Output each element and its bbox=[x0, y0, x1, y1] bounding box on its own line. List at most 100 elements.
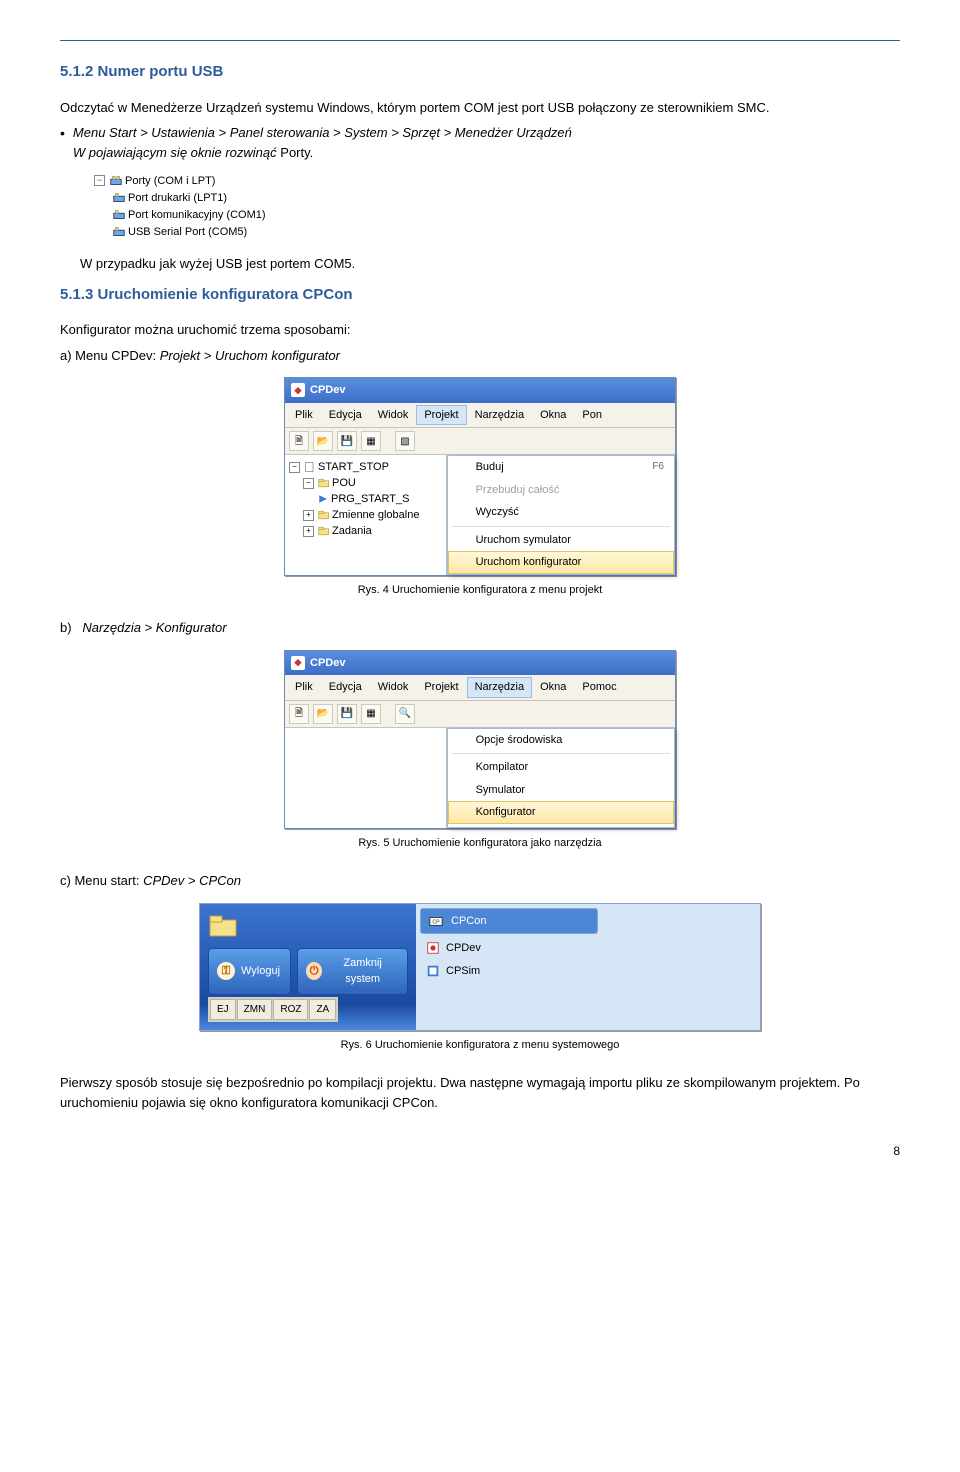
menu-item[interactable]: Plik bbox=[287, 405, 321, 426]
chip[interactable]: ROZ bbox=[273, 999, 308, 1020]
toolbar-button[interactable]: 🗎 bbox=[289, 704, 309, 724]
port-icon bbox=[112, 191, 126, 205]
cpcon-icon: CP bbox=[429, 914, 443, 928]
list-item-a: a) Menu CPDev: Projekt > Uruchom konfigu… bbox=[60, 346, 900, 366]
window-titlebar: ◆ CPDev bbox=[285, 378, 675, 403]
menu-item[interactable]: Plik bbox=[287, 677, 321, 698]
dropdown-menu: Opcje środowiska Kompilator Symulator Ko… bbox=[447, 728, 675, 828]
app-icon: ◆ bbox=[291, 383, 305, 397]
menu-entry-opcje[interactable]: Opcje środowiska bbox=[448, 729, 674, 752]
file-icon bbox=[304, 461, 316, 473]
menubar: Plik Edycja Widok Projekt Narzędzia Okna… bbox=[285, 403, 675, 429]
port-icon bbox=[112, 225, 126, 239]
tree-item-label[interactable]: POU bbox=[332, 475, 356, 491]
submenu-entry-cpsim[interactable]: CPSim bbox=[420, 960, 756, 983]
menu-item[interactable]: Okna bbox=[532, 405, 574, 426]
toolbar-button[interactable]: 💾 bbox=[337, 704, 357, 724]
menu-item[interactable]: Pomoc bbox=[574, 677, 624, 698]
start-menu-left: ⚿ Wyloguj ⏻ Zamknij system EJ ZMN ROZ ZA bbox=[200, 904, 416, 1030]
top-rule bbox=[60, 40, 900, 41]
menu-item[interactable]: Widok bbox=[370, 405, 417, 426]
toolbar-button[interactable]: 💾 bbox=[337, 431, 357, 451]
figure-start-menu: ⚿ Wyloguj ⏻ Zamknij system EJ ZMN ROZ ZA bbox=[60, 903, 900, 1031]
heading-5-1-3: 5.1.3 Uruchomienie konfiguratora CPCon bbox=[60, 284, 900, 307]
tree-item-label[interactable]: START_STOP bbox=[318, 459, 389, 475]
menu-entry-symulator[interactable]: Uruchom symulator bbox=[448, 529, 674, 552]
folder-icon bbox=[318, 525, 330, 537]
bullet-subtext: W pojawiającym się oknie rozwinąć Porty. bbox=[73, 145, 313, 160]
menu-entry-przebuduj: Przebuduj całość bbox=[448, 479, 674, 502]
menu-item[interactable]: Widok bbox=[370, 677, 417, 698]
window-titlebar: ◆ CPDev bbox=[285, 651, 675, 676]
bullet-item: • Menu Start > Ustawienia > Panel sterow… bbox=[60, 123, 900, 162]
project-tree bbox=[285, 728, 447, 828]
figure-cpdev-projekt: ◆ CPDev Plik Edycja Widok Projekt Narzęd… bbox=[60, 377, 900, 576]
cpdev-icon bbox=[426, 941, 440, 955]
cpsim-icon bbox=[426, 964, 440, 978]
menu-entry-symulator[interactable]: Symulator bbox=[448, 779, 674, 802]
window-title: CPDev bbox=[310, 655, 345, 672]
toolbar-button[interactable]: 🗎 bbox=[289, 431, 309, 451]
list-item-b: b) Narzędzia > Konfigurator bbox=[60, 618, 900, 638]
port-group-icon bbox=[109, 174, 123, 188]
toolbar-button[interactable]: ▦ bbox=[361, 704, 381, 724]
toolbar-button[interactable]: 📂 bbox=[313, 431, 333, 451]
start-menu-right: CP CPCon CPDev CPSim bbox=[416, 904, 760, 1030]
menu-item[interactable]: Edycja bbox=[321, 677, 370, 698]
bullet-text: Menu Start > Ustawienia > Panel sterowan… bbox=[73, 125, 572, 140]
bullet-dot: • bbox=[60, 123, 65, 162]
figure-cpdev-narzedzia: ◆ CPDev Plik Edycja Widok Projekt Narzęd… bbox=[60, 650, 900, 829]
tree-item-label[interactable]: PRG_START_S bbox=[331, 491, 409, 507]
menu-item[interactable]: Narzędzia bbox=[467, 405, 533, 426]
chip[interactable]: EJ bbox=[210, 999, 236, 1020]
folder-icon bbox=[318, 509, 330, 521]
menu-item[interactable]: Pon bbox=[574, 405, 610, 426]
folder-icon bbox=[208, 912, 240, 940]
chip[interactable]: ZA bbox=[309, 999, 336, 1020]
device-tree-screenshot: − Porty (COM i LPT) Port drukarki (LPT1)… bbox=[94, 172, 900, 240]
project-tree: − START_STOP − POU PRG_START_S + Zmienne… bbox=[285, 455, 447, 575]
list-item-c: c) Menu start: CPDev > CPCon bbox=[60, 871, 900, 891]
submenu-entry-cpcon[interactable]: CP CPCon bbox=[420, 908, 598, 935]
tree-collapse-icon: − bbox=[94, 175, 105, 186]
menu-item[interactable]: Edycja bbox=[321, 405, 370, 426]
toolbar-button[interactable]: 🔍 bbox=[395, 704, 415, 724]
menu-item-narzedzia[interactable]: Narzędzia bbox=[467, 677, 533, 698]
tree-item-label: USB Serial Port (COM5) bbox=[128, 223, 247, 241]
figure-caption: Rys. 4 Uruchomienie konfiguratora z menu… bbox=[60, 582, 900, 599]
paragraph: W przypadku jak wyżej USB jest portem CO… bbox=[80, 254, 900, 274]
toolbar-button[interactable]: ▧ bbox=[395, 431, 415, 451]
closing-paragraph: Pierwszy sposób stosuje się bezpośrednio… bbox=[60, 1073, 900, 1112]
menubar: Plik Edycja Widok Projekt Narzędzia Okna… bbox=[285, 675, 675, 701]
toolbar: 🗎 📂 💾 ▦ 🔍 bbox=[285, 701, 675, 728]
tree-item-label: Port komunikacyjny (COM1) bbox=[128, 206, 266, 224]
tree-item-label: Port drukarki (LPT1) bbox=[128, 189, 227, 207]
paragraph: Odczytać w Menedżerze Urządzeń systemu W… bbox=[60, 98, 900, 118]
toolbar-button[interactable]: 📂 bbox=[313, 704, 333, 724]
menu-entry-kompilator[interactable]: Kompilator bbox=[448, 756, 674, 779]
menu-entry-konfigurator[interactable]: Uruchom konfigurator bbox=[448, 551, 674, 574]
tree-item-label[interactable]: Zmienne globalne bbox=[332, 507, 419, 523]
menu-item[interactable]: Okna bbox=[532, 677, 574, 698]
paragraph: Konfigurator można uruchomić trzema spos… bbox=[60, 320, 900, 340]
toolbar-button[interactable]: ▦ bbox=[361, 431, 381, 451]
menu-item-projekt[interactable]: Projekt bbox=[416, 405, 466, 426]
menu-entry-wyczysc[interactable]: Wyczyść bbox=[448, 501, 674, 524]
logoff-button[interactable]: ⚿ Wyloguj bbox=[208, 948, 291, 995]
tree-item-label[interactable]: Zadania bbox=[332, 523, 372, 539]
toolbar: 🗎 📂 💾 ▦ ▧ bbox=[285, 428, 675, 455]
tree-root-label: Porty (COM i LPT) bbox=[125, 172, 215, 190]
figure-caption: Rys. 5 Uruchomienie konfiguratora jako n… bbox=[60, 835, 900, 852]
submenu-entry-cpdev[interactable]: CPDev bbox=[420, 937, 756, 960]
menu-item[interactable]: Projekt bbox=[416, 677, 466, 698]
chip[interactable]: ZMN bbox=[237, 999, 273, 1020]
menu-entry-konfigurator[interactable]: Konfigurator bbox=[448, 801, 674, 824]
key-icon: ⚿ bbox=[217, 962, 235, 980]
svg-text:CP: CP bbox=[432, 919, 440, 925]
program-icon bbox=[317, 493, 329, 505]
power-icon: ⏻ bbox=[306, 962, 322, 980]
taskbar-chips: EJ ZMN ROZ ZA bbox=[208, 997, 338, 1022]
figure-caption: Rys. 6 Uruchomienie konfiguratora z menu… bbox=[60, 1037, 900, 1054]
menu-entry-buduj[interactable]: BudujF6 bbox=[448, 456, 674, 479]
shutdown-button[interactable]: ⏻ Zamknij system bbox=[297, 948, 408, 995]
